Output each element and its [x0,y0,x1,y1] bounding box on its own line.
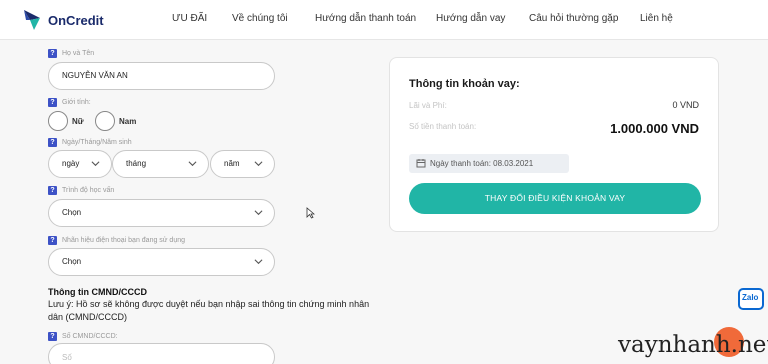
fee-label: Lãi và Phí: [409,101,447,110]
dob-year-select[interactable]: năm [210,150,275,178]
total-value: 1.000.000 VND [610,121,699,136]
calendar-icon [416,159,426,168]
id-number-placeholder: Số [62,353,72,362]
payment-date-text: Ngày thanh toán: 08.03.2021 [430,159,534,168]
chevron-down-icon [254,161,263,167]
gender-label: Giới tính: [62,99,91,106]
dob-month-select[interactable]: tháng [112,150,209,178]
help-icon[interactable]: ? [48,138,57,147]
chevron-down-icon [254,259,263,265]
nav-huong-dan-thanh-toan[interactable]: Hướng dẫn thanh toán [315,13,416,24]
gender-male-radio[interactable] [95,111,115,131]
phone-brand-value: Chọn [62,257,82,266]
mouse-cursor-icon [306,207,315,219]
phone-brand-label: Nhãn hiệu điện thoại bạn đang sử dụng [62,237,186,244]
help-icon[interactable]: ? [48,186,57,195]
id-section-title: Thông tin CMND/CCCD [48,287,147,297]
id-number-input[interactable]: Số [48,343,275,364]
education-value: Chọn [62,208,82,217]
dob-day-value: ngày [62,159,80,168]
nav-huong-dan-vay[interactable]: Hướng dẫn vay [436,13,505,24]
nav-lien-he[interactable]: Liên hệ [640,13,673,24]
help-icon[interactable]: ? [48,236,57,245]
total-label: Số tiền thanh toán: [409,122,477,131]
help-icon[interactable]: ? [48,332,57,341]
id-note-line2: dân (CMND/CCCD) [48,312,128,322]
chevron-down-icon [254,210,263,216]
gender-female-radio[interactable] [48,111,68,131]
fullname-value: NGUYỄN VĂN AN [62,71,128,80]
dob-year-value: năm [224,159,240,168]
fee-value: 0 VND [672,100,699,110]
dob-label: Ngày/Tháng/Năm sinh [62,139,132,146]
top-navbar: OnCredit ƯU ĐÃI Về chúng tôi Hướng dẫn t… [0,0,768,40]
chevron-down-icon [188,161,197,167]
fullname-input[interactable]: NGUYỄN VĂN AN [48,62,275,90]
dob-month-value: tháng [126,159,147,168]
education-label: Trình độ học vấn [62,187,115,194]
fullname-label: Họ và Tên [62,50,95,57]
zalo-chat-button[interactable]: Zalo [738,288,764,310]
phone-brand-select[interactable]: Chọn [48,248,275,276]
chevron-down-icon [91,161,100,167]
nav-cau-hoi-thuong-gap[interactable]: Câu hỏi thường gặp [529,13,618,24]
nav-ve-chung-toi[interactable]: Về chúng tôi [232,13,288,24]
education-select[interactable]: Chọn [48,199,275,227]
brand-name: OnCredit [48,13,104,28]
loan-info-card: Thông tin khoản vay: Lãi và Phí: 0 VND S… [389,57,719,232]
id-note-line1: Lưu ý: Hồ sơ sẽ không được duyệt nếu bạn… [48,299,370,309]
gender-female-label: Nữ [72,117,84,126]
oncredit-logo[interactable]: OnCredit [22,6,112,34]
dob-day-select[interactable]: ngày [48,150,112,178]
payment-date-pill: Ngày thanh toán: 08.03.2021 [409,154,569,173]
id-number-label: Số CMND/CCCD: [62,333,118,340]
site-watermark: vaynhanh.net [618,332,768,358]
nav-uu-dai[interactable]: ƯU ĐÃI [172,13,207,24]
gender-male-label: Nam [119,117,137,126]
help-icon[interactable]: ? [48,98,57,107]
change-loan-terms-button[interactable]: THAY ĐỔI ĐIỀU KIỆN KHOẢN VAY [409,183,701,214]
loan-info-title: Thông tin khoản vay: [409,78,520,90]
help-icon[interactable]: ? [48,49,57,58]
zalo-label: Zalo [742,293,759,302]
